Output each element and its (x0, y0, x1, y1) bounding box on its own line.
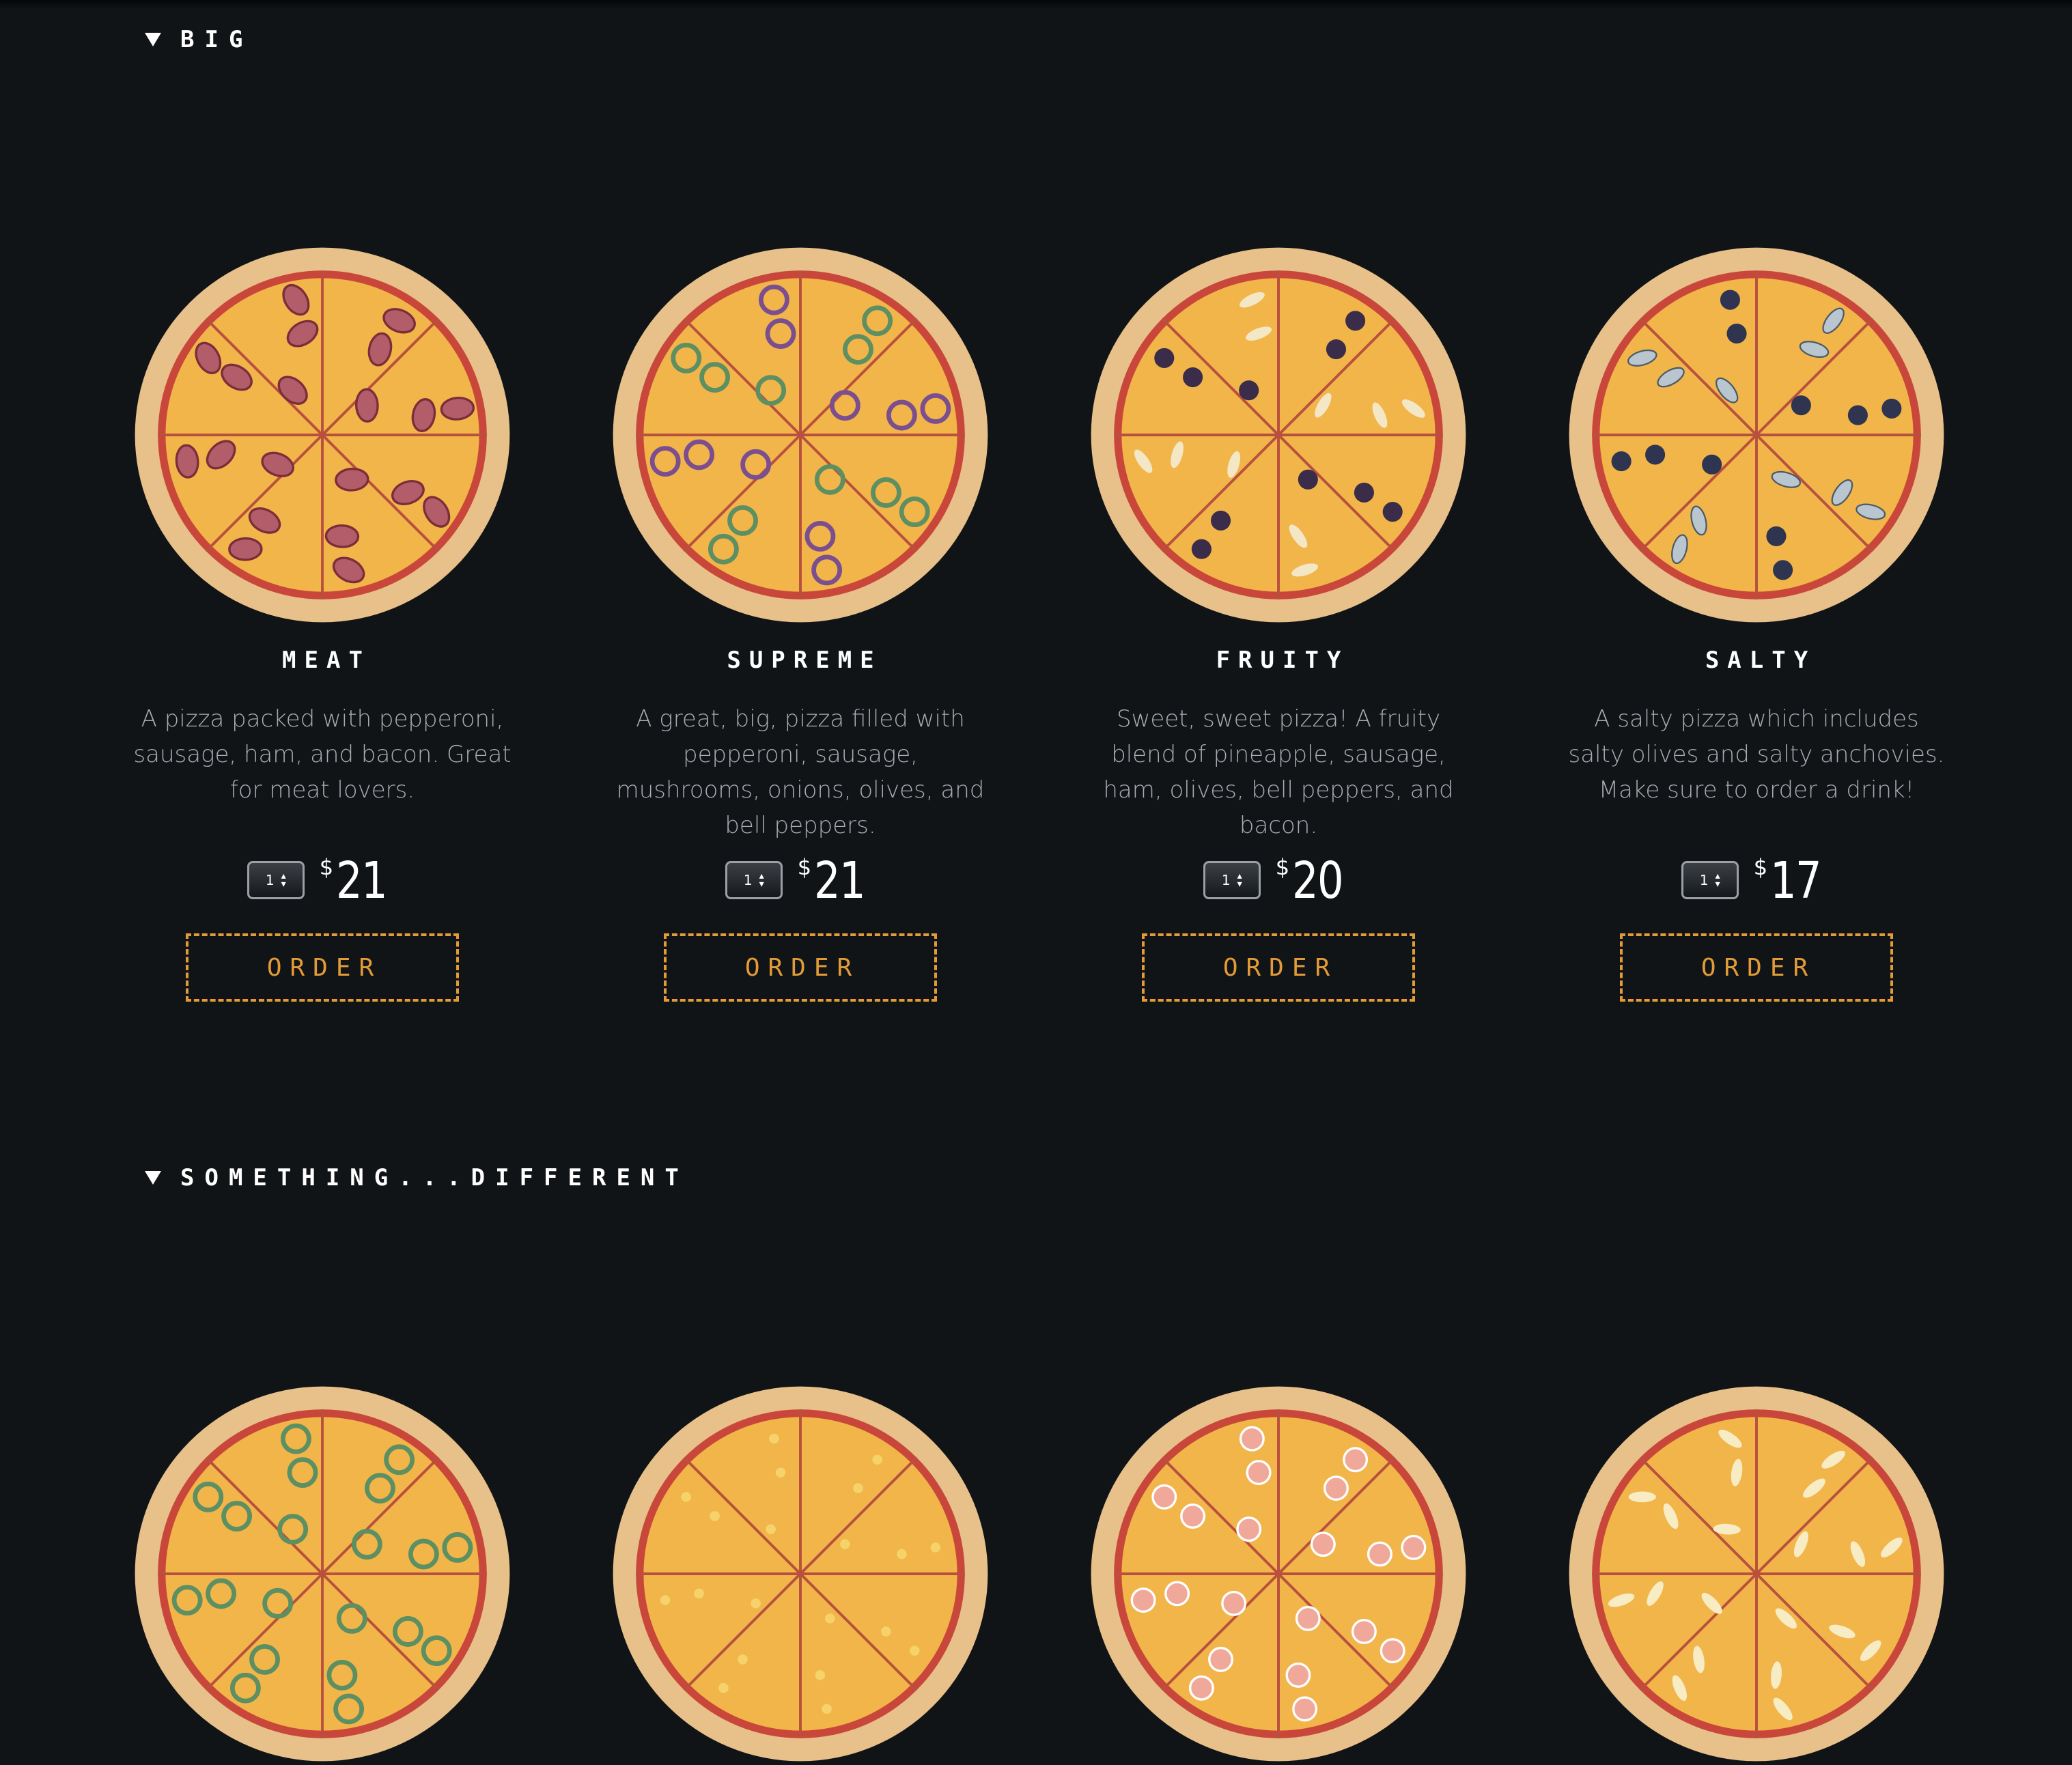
pizza-card: FRUITY Sweet, sweet pizza! A fruity blen… (1074, 244, 1483, 1002)
quantity-stepper[interactable]: 1 ▴ ▾ (1203, 861, 1261, 899)
quantity-stepper[interactable]: 1 ▴ ▾ (1681, 861, 1739, 899)
section-title: BIG (180, 26, 253, 53)
pizza-description: A salty pizza which includes salty olive… (1568, 705, 1945, 804)
quantity-stepper[interactable]: 1 ▴ ▾ (725, 861, 783, 899)
section-title: SOMETHING...DIFFERENT (180, 1164, 689, 1191)
order-button[interactable]: ORDER (1142, 933, 1415, 1002)
quantity-stepper[interactable]: 1 ▴ ▾ (247, 861, 305, 899)
price: $21 (319, 851, 388, 910)
section-heading-big[interactable]: BIG (145, 26, 253, 53)
pizza-card (596, 1383, 1005, 1765)
pizza-description: A great, big, pizza filled with pepperon… (616, 705, 985, 839)
pizza-description: A pizza packed with pepperoni, sausage, … (133, 705, 512, 804)
price-row: 1 ▴ ▾ $21 (596, 851, 1005, 910)
pizza-name: MEAT (282, 647, 371, 674)
price-row: 1 ▴ ▾ $17 (1552, 851, 1961, 910)
pizza-name: SUPREME (727, 647, 882, 674)
collapse-triangle-icon (145, 33, 161, 46)
stepper-arrows-icon: ▴ ▾ (281, 871, 286, 890)
section-heading-something-different[interactable]: SOMETHING...DIFFERENT (145, 1164, 689, 1191)
order-button[interactable]: ORDER (1620, 933, 1893, 1002)
pizza-card: MEAT A pizza packed with pepperoni, saus… (117, 244, 527, 1002)
price: $21 (797, 851, 866, 910)
supreme-pizza-icon (613, 247, 988, 623)
shrimp-pizza-icon (1091, 1386, 1466, 1762)
price-row: 1 ▴ ▾ $20 (1074, 851, 1483, 910)
top-shadow (0, 0, 2072, 10)
cheese-pizza-icon (1569, 1386, 1944, 1762)
stepper-arrows-icon: ▴ ▾ (1237, 871, 1242, 890)
corn-pizza-icon (613, 1386, 988, 1762)
pepper-pizza-icon (135, 1386, 510, 1762)
pizza-card: SALTY A salty pizza which includes salty… (1552, 244, 1961, 1002)
order-button[interactable]: ORDER (664, 933, 937, 1002)
pizza-description: Sweet, sweet pizza! A fruity blend of pi… (1103, 705, 1454, 839)
stepper-arrows-icon: ▴ ▾ (1715, 871, 1720, 890)
price-row: 1 ▴ ▾ $21 (117, 851, 527, 910)
pizza-card (117, 1383, 527, 1765)
pizza-card (1074, 1383, 1483, 1765)
stepper-arrows-icon: ▴ ▾ (759, 871, 764, 890)
pizza-name: FRUITY (1216, 647, 1349, 674)
price: $17 (1753, 851, 1822, 910)
fruity-pizza-icon (1091, 247, 1466, 623)
salty-pizza-icon (1569, 247, 1944, 623)
meat-pizza-icon (135, 247, 510, 623)
order-button[interactable]: ORDER (186, 933, 459, 1002)
collapse-triangle-icon (145, 1171, 161, 1185)
pizza-card (1552, 1383, 1961, 1765)
price: $20 (1275, 851, 1344, 910)
pizza-card: SUPREME A great, big, pizza filled with … (596, 244, 1005, 1002)
pizza-name: SALTY (1705, 647, 1817, 674)
